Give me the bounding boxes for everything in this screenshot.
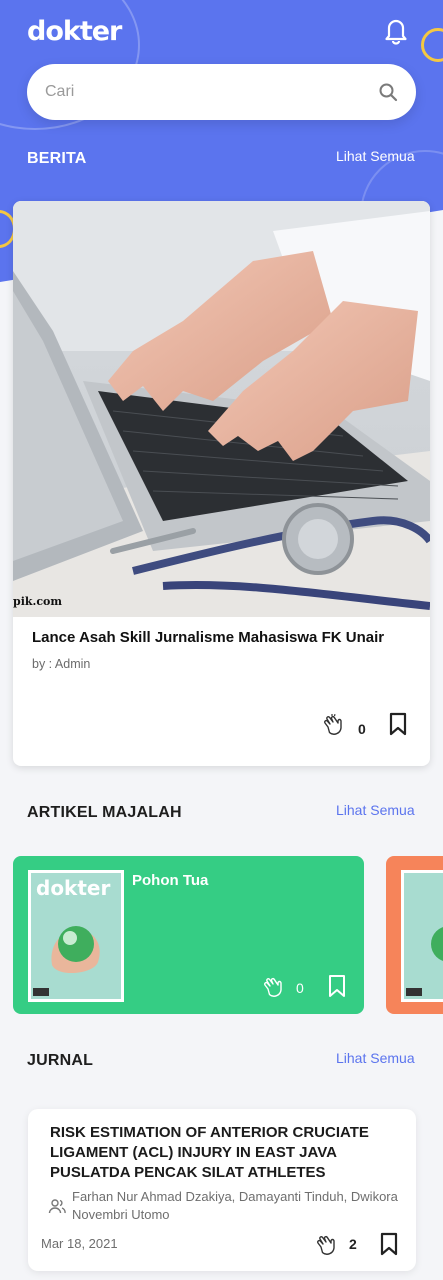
news-see-all-link[interactable]: Lihat Semua bbox=[336, 148, 415, 164]
magazine-cover[interactable]: dokter bbox=[28, 870, 124, 1002]
clap-icon[interactable] bbox=[262, 975, 286, 999]
magazine-see-all-link[interactable]: Lihat Semua bbox=[336, 802, 415, 818]
magazine-card[interactable]: dokter Pohon Tua 0 bbox=[13, 856, 364, 1014]
journal-date: Mar 18, 2021 bbox=[41, 1236, 118, 1251]
news-card[interactable]: pik.com Lance Asah Skill Jurnalisme Maha… bbox=[13, 201, 430, 766]
magazine-section-title: ARTIKEL MAJALAH bbox=[27, 804, 182, 821]
magazine-card-next[interactable] bbox=[386, 856, 443, 1014]
app-logo: dokter bbox=[27, 16, 122, 47]
search-icon[interactable] bbox=[378, 82, 398, 102]
people-icon bbox=[48, 1199, 66, 1214]
magazine-cover[interactable] bbox=[401, 870, 443, 1002]
clap-icon[interactable] bbox=[315, 1233, 339, 1257]
clap-icon[interactable] bbox=[322, 713, 346, 737]
bookmark-icon[interactable] bbox=[388, 712, 408, 736]
news-author: by : Admin bbox=[32, 657, 91, 671]
news-clap-count: 0 bbox=[358, 721, 366, 737]
journal-card[interactable]: RISK ESTIMATION OF ANTERIOR CRUCIATE LIG… bbox=[28, 1109, 416, 1271]
news-title[interactable]: Lance Asah Skill Jurnalisme Mahasiswa FK… bbox=[32, 629, 422, 646]
journal-clap-count: 2 bbox=[349, 1236, 357, 1252]
journal-authors: Farhan Nur Ahmad Dzakiya, Damayanti Tind… bbox=[72, 1189, 398, 1222]
journal-title[interactable]: RISK ESTIMATION OF ANTERIOR CRUCIATE LIG… bbox=[50, 1123, 400, 1183]
magazine-clap-count: 0 bbox=[296, 980, 304, 996]
news-section-title: BERITA bbox=[27, 150, 87, 167]
news-image[interactable]: pik.com bbox=[13, 201, 430, 617]
search-input[interactable] bbox=[45, 78, 365, 106]
journal-see-all-link[interactable]: Lihat Semua bbox=[336, 1050, 415, 1066]
bookmark-icon[interactable] bbox=[379, 1232, 399, 1256]
bell-icon[interactable] bbox=[382, 15, 410, 45]
bookmark-icon[interactable] bbox=[327, 974, 347, 998]
news-image-watermark: pik.com bbox=[13, 595, 62, 608]
magazine-title[interactable]: Pohon Tua bbox=[132, 872, 208, 889]
search-bar[interactable] bbox=[27, 64, 416, 120]
magazine-cover-logo: dokter bbox=[36, 876, 110, 900]
journal-section-title: JURNAL bbox=[27, 1052, 94, 1069]
